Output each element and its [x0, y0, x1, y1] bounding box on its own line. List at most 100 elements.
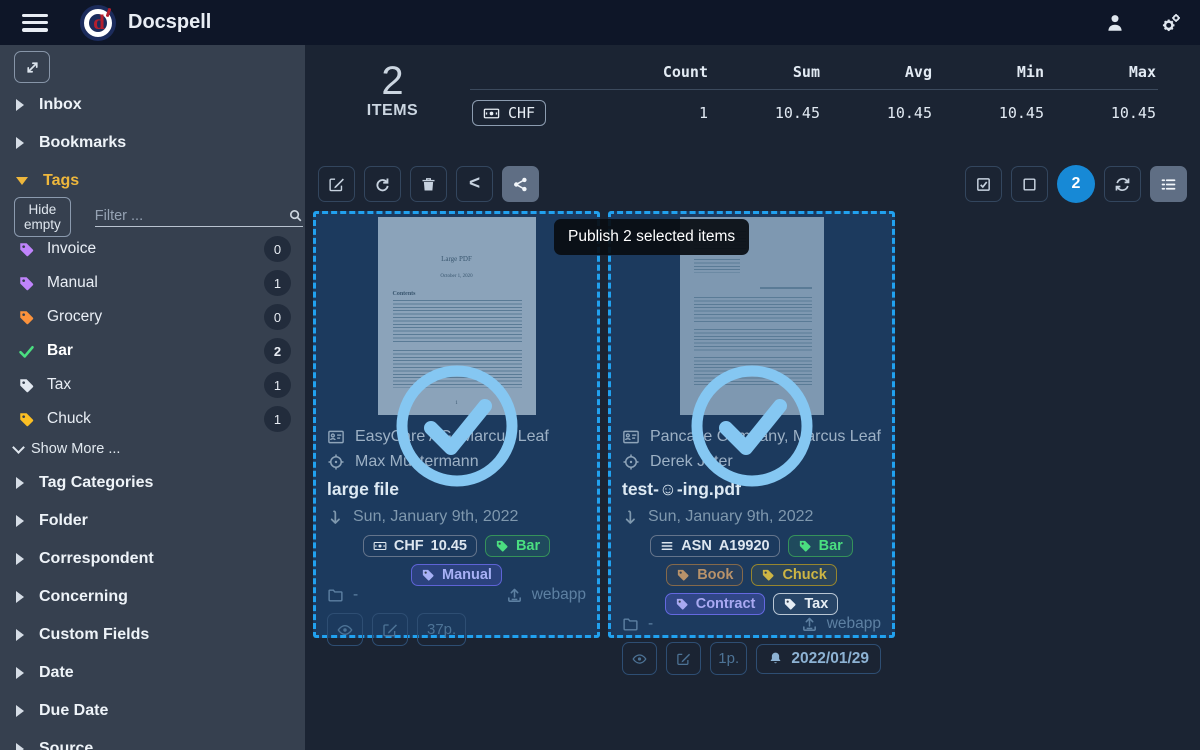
item-date: Sun, January 9th, 2022: [648, 508, 813, 526]
caret-right-icon: [16, 515, 24, 527]
item-title[interactable]: large file: [327, 479, 586, 500]
tag-row-invoice[interactable]: Invoice 0: [0, 232, 305, 266]
card-footer: - webapp: [611, 615, 892, 633]
sidebar-item-tag-categories[interactable]: Tag Categories: [0, 464, 305, 502]
tag-count-badge: 2: [264, 338, 291, 364]
sidebar-item-source[interactable]: Source: [0, 730, 305, 750]
tag-name: Bar: [47, 342, 73, 360]
menu-icon[interactable]: [22, 14, 48, 32]
delete-selected-button[interactable]: [410, 166, 447, 202]
refresh-button[interactable]: [1104, 166, 1141, 202]
bell-icon: [768, 651, 783, 666]
sidebar-item-inbox[interactable]: Inbox: [0, 86, 305, 124]
tag-count-badge: 1: [264, 406, 291, 432]
tag-label: Contract: [696, 596, 756, 612]
tag-filter-input[interactable]: [95, 208, 282, 224]
correspondent-text: Pancake Company, Marcus Leaf: [650, 428, 881, 446]
address-card-icon: [327, 428, 345, 446]
preview-text-block: [393, 350, 522, 388]
address-card-icon: [622, 428, 640, 446]
banknote-icon: [483, 105, 500, 122]
tag-label: Bar: [819, 538, 843, 554]
reprocess-selected-button[interactable]: [364, 166, 401, 202]
tag-row-bar-selected[interactable]: Bar 2: [0, 334, 305, 368]
stats-column-header: Min: [934, 57, 1046, 90]
collapse-sidebar-button[interactable]: [14, 51, 50, 83]
tag-name: Chuck: [47, 410, 91, 428]
sidebar-item-bookmarks[interactable]: Bookmarks: [0, 124, 305, 162]
tag-icon: [18, 275, 35, 292]
show-more-tags[interactable]: Show More ...: [0, 436, 305, 462]
sidebar-item-custom-fields[interactable]: Custom Fields: [0, 616, 305, 654]
tag-badge-manual[interactable]: Manual: [411, 564, 502, 586]
tag-badge-book[interactable]: Book: [666, 564, 743, 586]
preview-page-number: 1: [378, 401, 536, 406]
tag-row-manual[interactable]: Manual 1: [0, 266, 305, 300]
tag-badge-contract[interactable]: Contract: [665, 593, 766, 615]
concerning-line: Derek Jeter: [622, 449, 881, 474]
concerning-line: Max Mustermann: [327, 449, 586, 474]
checked-square-icon: [975, 176, 992, 193]
caret-right-icon: [16, 667, 24, 679]
redo-icon: [374, 176, 391, 193]
tag-row-grocery[interactable]: Grocery 0: [0, 300, 305, 334]
tag-badge-bar[interactable]: Bar: [485, 535, 550, 557]
list-lines-icon: [660, 539, 674, 553]
publish-selected-button[interactable]: [502, 166, 539, 202]
sidebar-item-tags[interactable]: Tags: [0, 162, 305, 200]
tag-name: Tax: [47, 376, 71, 394]
due-date-value: 2022/01/29: [791, 650, 869, 668]
sidebar-item-due-date[interactable]: Due Date: [0, 692, 305, 730]
sidebar-item-date[interactable]: Date: [0, 654, 305, 692]
preview-item-button[interactable]: [622, 642, 657, 675]
currency-chip: CHF: [472, 100, 546, 126]
tag-icon: [18, 241, 35, 258]
caret-right-icon: [16, 553, 24, 565]
tag-row-chuck[interactable]: Chuck 1: [0, 402, 305, 436]
select-all-button[interactable]: [965, 166, 1002, 202]
view-toggle-button[interactable]: [1150, 166, 1187, 202]
expand-icon: [24, 59, 41, 76]
tag-name: Invoice: [47, 240, 96, 258]
merge-selected-button[interactable]: <: [456, 166, 493, 202]
folder-icon: [327, 587, 344, 604]
hide-empty-button[interactable]: Hide empty: [14, 197, 71, 237]
preview-text-block: [694, 357, 812, 387]
due-date-badge: 2022/01/29: [756, 644, 881, 674]
search-stats: 2 ITEMS Count Sum Avg Min Max: [305, 45, 1200, 136]
deselect-all-button[interactable]: [1011, 166, 1048, 202]
sidebar-item-label: Date: [39, 664, 74, 682]
sync-icon: [1114, 176, 1131, 193]
tag-badge-tax[interactable]: Tax: [773, 593, 838, 615]
edit-selected-button[interactable]: [318, 166, 355, 202]
stat-value-avg: 10.45: [822, 90, 934, 137]
tag-badge-chuck[interactable]: Chuck: [751, 564, 836, 586]
sidebar-item-correspondent[interactable]: Correspondent: [0, 540, 305, 578]
currency-label: CHF: [508, 104, 535, 122]
settings-gears-icon[interactable]: [1160, 12, 1182, 34]
tag-row-tax[interactable]: Tax 1: [0, 368, 305, 402]
target-icon: [622, 453, 640, 471]
edit-item-button[interactable]: [372, 613, 408, 646]
user-icon[interactable]: [1104, 12, 1126, 34]
edit-item-button[interactable]: [666, 642, 701, 675]
list-view-icon: [1160, 176, 1177, 193]
preview-item-button[interactable]: [327, 613, 363, 646]
preview-date: October 1, 2020: [378, 274, 536, 279]
stats-column-header: Max: [1046, 57, 1158, 90]
sidebar-item-folder[interactable]: Folder: [0, 502, 305, 540]
preview-text-block: [393, 300, 522, 344]
item-date-line: Sun, January 9th, 2022: [622, 504, 881, 530]
tag-count-badge: 0: [264, 236, 291, 262]
sidebar-item-concerning[interactable]: Concerning: [0, 578, 305, 616]
item-title[interactable]: test-☺-ing.pdf: [622, 479, 881, 500]
edit-icon: [676, 651, 691, 667]
item-count: 2: [315, 60, 470, 102]
sidebar-item-label: Tags: [43, 172, 79, 190]
item-card-test-ing[interactable]: Pancake Company, Marcus Leaf Derek Jeter…: [608, 211, 895, 638]
preview-heading: Contents: [393, 291, 536, 297]
caret-right-icon: [16, 591, 24, 603]
tag-badge-bar[interactable]: Bar: [788, 535, 853, 557]
item-card-large-file[interactable]: Large PDF October 1, 2020 Contents 1 Eas…: [313, 211, 600, 638]
tag-icon: [676, 568, 690, 582]
